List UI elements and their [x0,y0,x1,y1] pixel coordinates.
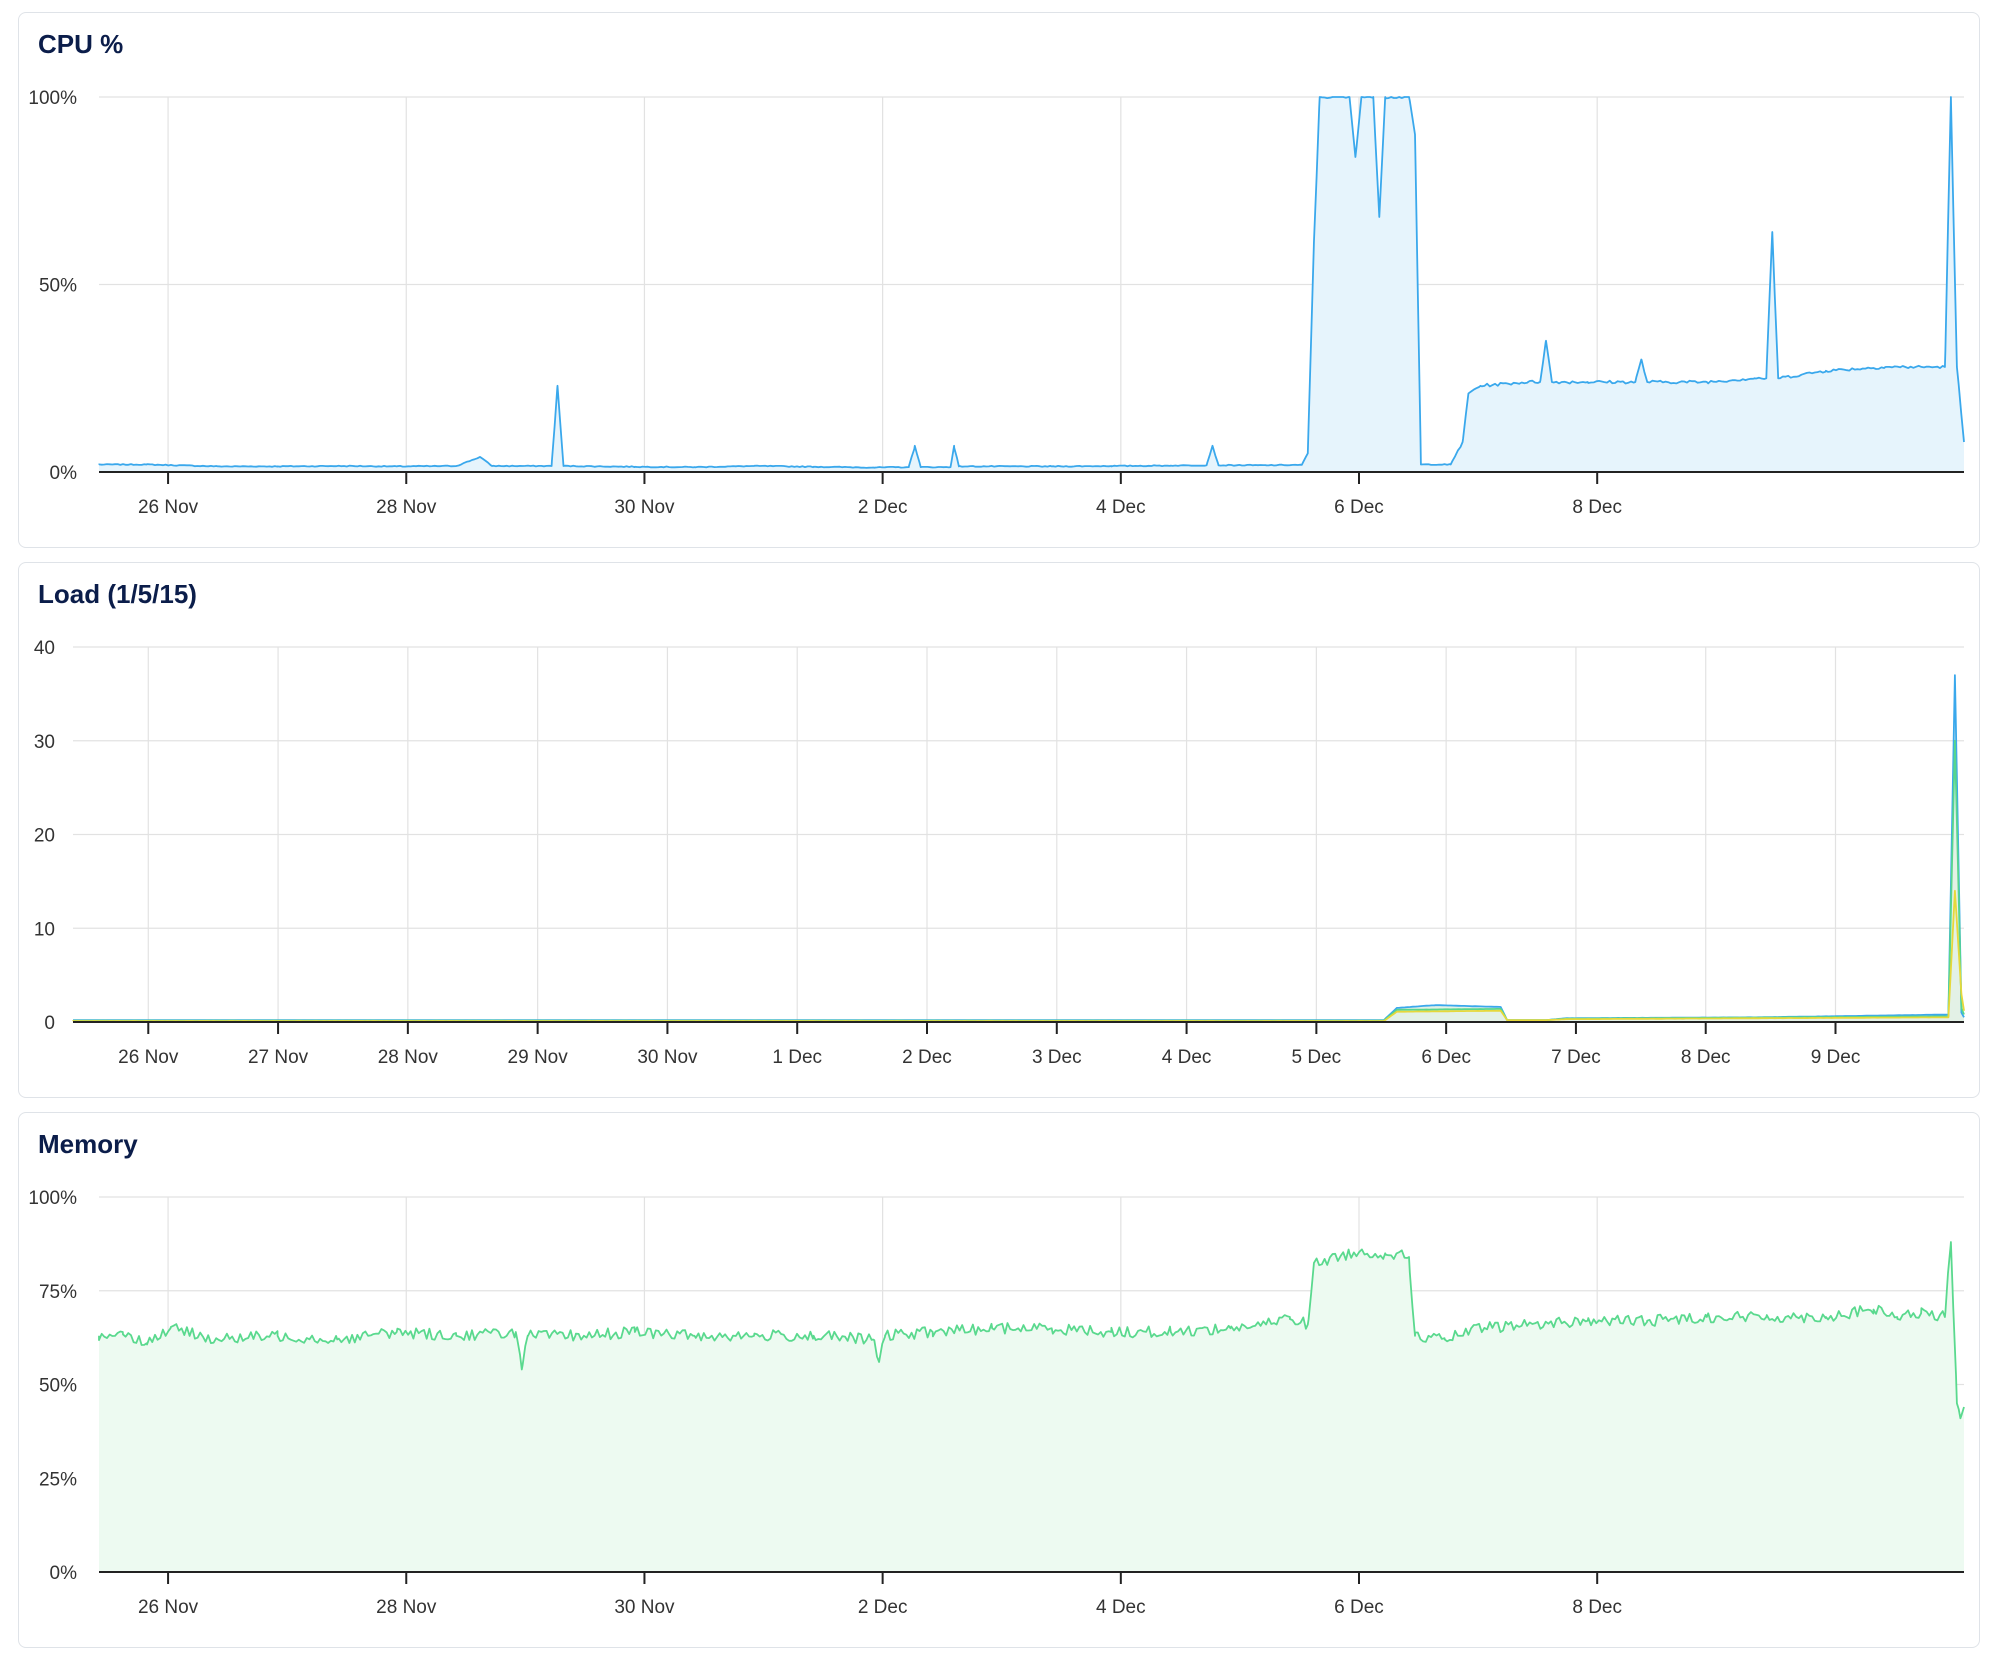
load-series-line-1 [72,674,1965,1022]
memory-x-tick-label: 28 Nov [376,1597,437,1618]
load-x-tick-label: 26 Nov [118,1047,179,1068]
load-area-fill [73,675,1964,1022]
load-x-tick-label: 2 Dec [902,1047,952,1068]
load-x-tick-label: 27 Nov [248,1047,309,1068]
cpu-y-tick-label: 0% [50,463,78,484]
memory-x-tick-label: 6 Dec [1334,1597,1384,1618]
memory-y-tick-label: 75% [39,1282,77,1303]
cpu-y-tick-label: 100% [28,88,77,109]
memory-y-tick-label: 25% [39,1469,77,1490]
load-x-tick-label: 30 Nov [637,1047,698,1068]
memory-chart: 0% 25% 50% 75% 100% 26 Nov 28 Nov 30 Nov 2 Dec 4 … [28,1188,1965,1618]
load-x-tick-label: 6 Dec [1421,1047,1471,1068]
load-series-line-2 [73,739,1965,1022]
load-y-tick-label: 10 [34,919,55,940]
load-y-tick-label: 0 [44,1013,55,1034]
load-y-tick-label: 20 [34,826,55,847]
load-x-tick-label: 5 Dec [1292,1047,1342,1068]
load-x-tick-label: 9 Dec [1811,1047,1861,1068]
cpu-chart: 0% 50% 100% 26 Nov 28 Nov 30 Nov 2 Dec 4 Dec 6 D… [28,88,1965,518]
memory-x-tick-label: 2 Dec [858,1597,908,1618]
cpu-x-tick-label: 30 Nov [614,497,675,518]
cpu-x-tick-label: 4 Dec [1096,497,1146,518]
load-y-tick-label: 30 [34,732,55,753]
cpu-x-tick-label: 8 Dec [1572,497,1622,518]
memory-x-tick-label: 26 Nov [138,1597,199,1618]
memory-x-tick-label: 4 Dec [1096,1597,1146,1618]
load-x-tick-label: 28 Nov [378,1047,439,1068]
load-x-tick-label: 8 Dec [1681,1047,1731,1068]
memory-x-tick-label: 30 Nov [614,1597,675,1618]
memory-y-tick-label: 50% [39,1376,77,1397]
cpu-x-tick-label: 28 Nov [376,497,437,518]
memory-y-tick-label: 0% [50,1563,78,1584]
memory-y-tick-label: 100% [28,1188,77,1209]
cpu-panel: CPU % 0% 50% 100% 26 Nov 28 Nov 30 Nov 2 Dec 4 … [18,12,1980,548]
cpu-x-tick-label: 2 Dec [858,497,908,518]
load-panel: Load (1/5/15) 0 10 20 30 40 26 Nov 27 Nov 28 No… [18,562,1980,1098]
load-x-tick-label: 29 Nov [508,1047,569,1068]
load-x-tick-label: 4 Dec [1162,1047,1212,1068]
cpu-x-tick-label: 6 Dec [1334,497,1384,518]
memory-panel: Memory 0% 25% 50% 75% 100% 26 Nov 28 Nov 30 Nov… [18,1112,1980,1648]
load-x-tick-label: 7 Dec [1551,1047,1601,1068]
load-y-tick-label: 40 [34,638,55,659]
load-series-line-3 [72,889,1965,1022]
load-x-tick-label: 1 Dec [772,1047,822,1068]
load-x-tick-label: 3 Dec [1032,1047,1082,1068]
memory-area-fill [99,1242,1964,1572]
cpu-y-tick-label: 50% [39,276,77,297]
memory-x-tick-label: 8 Dec [1572,1597,1622,1618]
load-chart: 0 10 20 30 40 26 Nov 27 Nov 28 Nov 29 Nov 30 Nov 1… [34,638,1965,1068]
cpu-x-tick-label: 26 Nov [138,497,199,518]
